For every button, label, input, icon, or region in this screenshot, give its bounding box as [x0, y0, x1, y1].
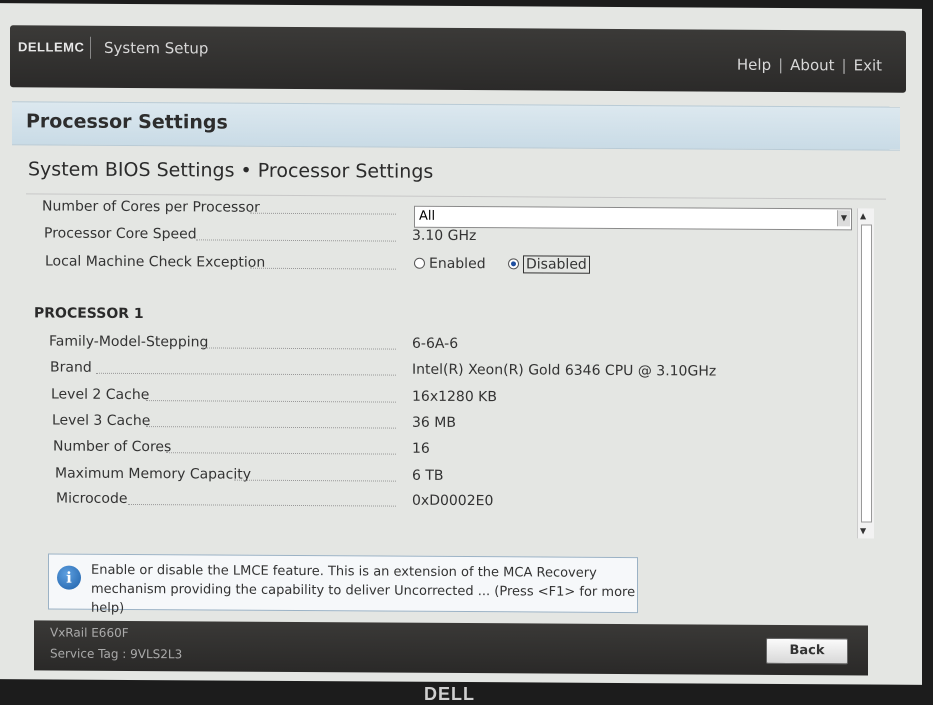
link-separator: |	[778, 55, 784, 74]
dell-emc-logo: DELLEMC	[18, 39, 85, 55]
info-row: Family-Model-Stepping 6-6A-6	[30, 333, 866, 362]
header-bar: DELLEMC System Setup Help | About | Exit	[10, 25, 906, 93]
setting-row-speed: Processor Core Speed 3.10 GHz	[30, 225, 866, 254]
radio-label: Disabled	[523, 255, 590, 274]
info-value: 36 MB	[412, 414, 456, 431]
info-label: Level 3 Cache	[52, 412, 151, 430]
setting-label: Number of Cores per Processor	[42, 198, 260, 216]
scroll-down-icon[interactable]: ▼	[860, 526, 866, 535]
help-text: Enable or disable the LMCE feature. This…	[91, 561, 637, 621]
app-title: System Setup	[104, 38, 209, 58]
select-value: All	[419, 208, 436, 224]
about-link[interactable]: About	[790, 56, 834, 74]
leader-dots	[250, 212, 396, 215]
service-tag: Service Tag : 9VLS2L3	[50, 646, 183, 662]
exit-link[interactable]: Exit	[854, 56, 882, 74]
radio-label: Enabled	[429, 255, 486, 273]
leader-dots	[202, 347, 396, 350]
setting-row-lmce: Local Machine Check Exception Enabled Di…	[30, 253, 866, 282]
back-button[interactable]: Back	[766, 637, 848, 665]
model-name: VxRail E660F	[50, 625, 129, 640]
radio-on-icon[interactable]	[508, 257, 519, 269]
info-label: Brand	[50, 359, 92, 376]
setting-value: 3.10 GHz	[412, 227, 477, 245]
info-row: Level 2 Cache 16x1280 KB	[30, 386, 866, 415]
help-link[interactable]: Help	[737, 56, 771, 74]
scrollbar[interactable]: ▲ ▼	[857, 208, 874, 539]
leader-dots	[166, 452, 396, 455]
scroll-up-icon[interactable]: ▲	[860, 211, 866, 220]
lmce-enabled-radio[interactable]: Enabled	[414, 256, 486, 272]
section-heading: PROCESSOR 1	[34, 305, 144, 323]
page-title: Processor Settings	[26, 110, 228, 134]
monitor-bezel-logo: DELL	[424, 684, 475, 704]
settings-panel: Number of Cores per Processor All ▼ Proc…	[30, 195, 866, 540]
help-panel: i Enable or disable the LMCE feature. Th…	[48, 553, 638, 616]
leader-dots	[146, 400, 396, 403]
bios-screen: DELLEMC System Setup Help | About | Exit Pro…	[0, 3, 922, 685]
leader-dots	[96, 372, 396, 376]
info-row: Level 3 Cache 36 MB	[30, 412, 866, 441]
info-value: 16	[412, 440, 430, 457]
footer-bar: VxRail E660F Service Tag : 9VLS2L3 Back	[34, 620, 868, 676]
help-line: mechanism providing the capability to de…	[91, 581, 636, 616]
info-row: Number of Cores 16	[30, 438, 866, 467]
leader-dots	[128, 503, 396, 507]
link-separator: |	[841, 56, 847, 75]
header-links: Help | About | Exit	[737, 56, 882, 75]
scroll-thumb[interactable]	[861, 224, 872, 523]
radio-off-icon[interactable]	[414, 257, 425, 269]
leader-dots	[234, 479, 396, 482]
info-value: 0xD0002E0	[412, 492, 494, 510]
setting-label: Processor Core Speed	[44, 225, 197, 243]
info-row: Maximum Memory Capacity 6 TB	[30, 465, 866, 494]
cores-select[interactable]: All ▼	[414, 205, 852, 231]
leader-dots	[146, 426, 396, 429]
info-value: 6-6A-6	[412, 335, 459, 352]
leader-dots	[196, 239, 396, 242]
info-label: Maximum Memory Capacity	[55, 465, 251, 483]
info-icon: i	[57, 565, 81, 590]
info-row: Microcode 0xD0002E0	[30, 490, 866, 519]
info-value: 16x1280 KB	[412, 388, 497, 406]
setting-label: Local Machine Check Exception	[45, 253, 266, 271]
leader-dots	[250, 267, 396, 270]
info-label: Microcode	[56, 490, 128, 507]
info-row: Brand Intel(R) Xeon(R) Gold 6346 CPU @ 3…	[30, 359, 866, 388]
info-label: Number of Cores	[53, 438, 172, 456]
info-value: Intel(R) Xeon(R) Gold 6346 CPU @ 3.10GHz	[412, 361, 717, 380]
info-label: Level 2 Cache	[51, 386, 150, 404]
page-title-band: Processor Settings	[12, 101, 900, 151]
header-divider	[90, 36, 91, 59]
breadcrumb: System BIOS Settings • Processor Setting…	[28, 158, 434, 183]
lmce-disabled-radio[interactable]: Disabled	[508, 255, 590, 274]
chevron-down-icon[interactable]: ▼	[837, 210, 850, 227]
info-value: 6 TB	[412, 467, 444, 484]
info-label: Family-Model-Stepping	[49, 333, 209, 351]
